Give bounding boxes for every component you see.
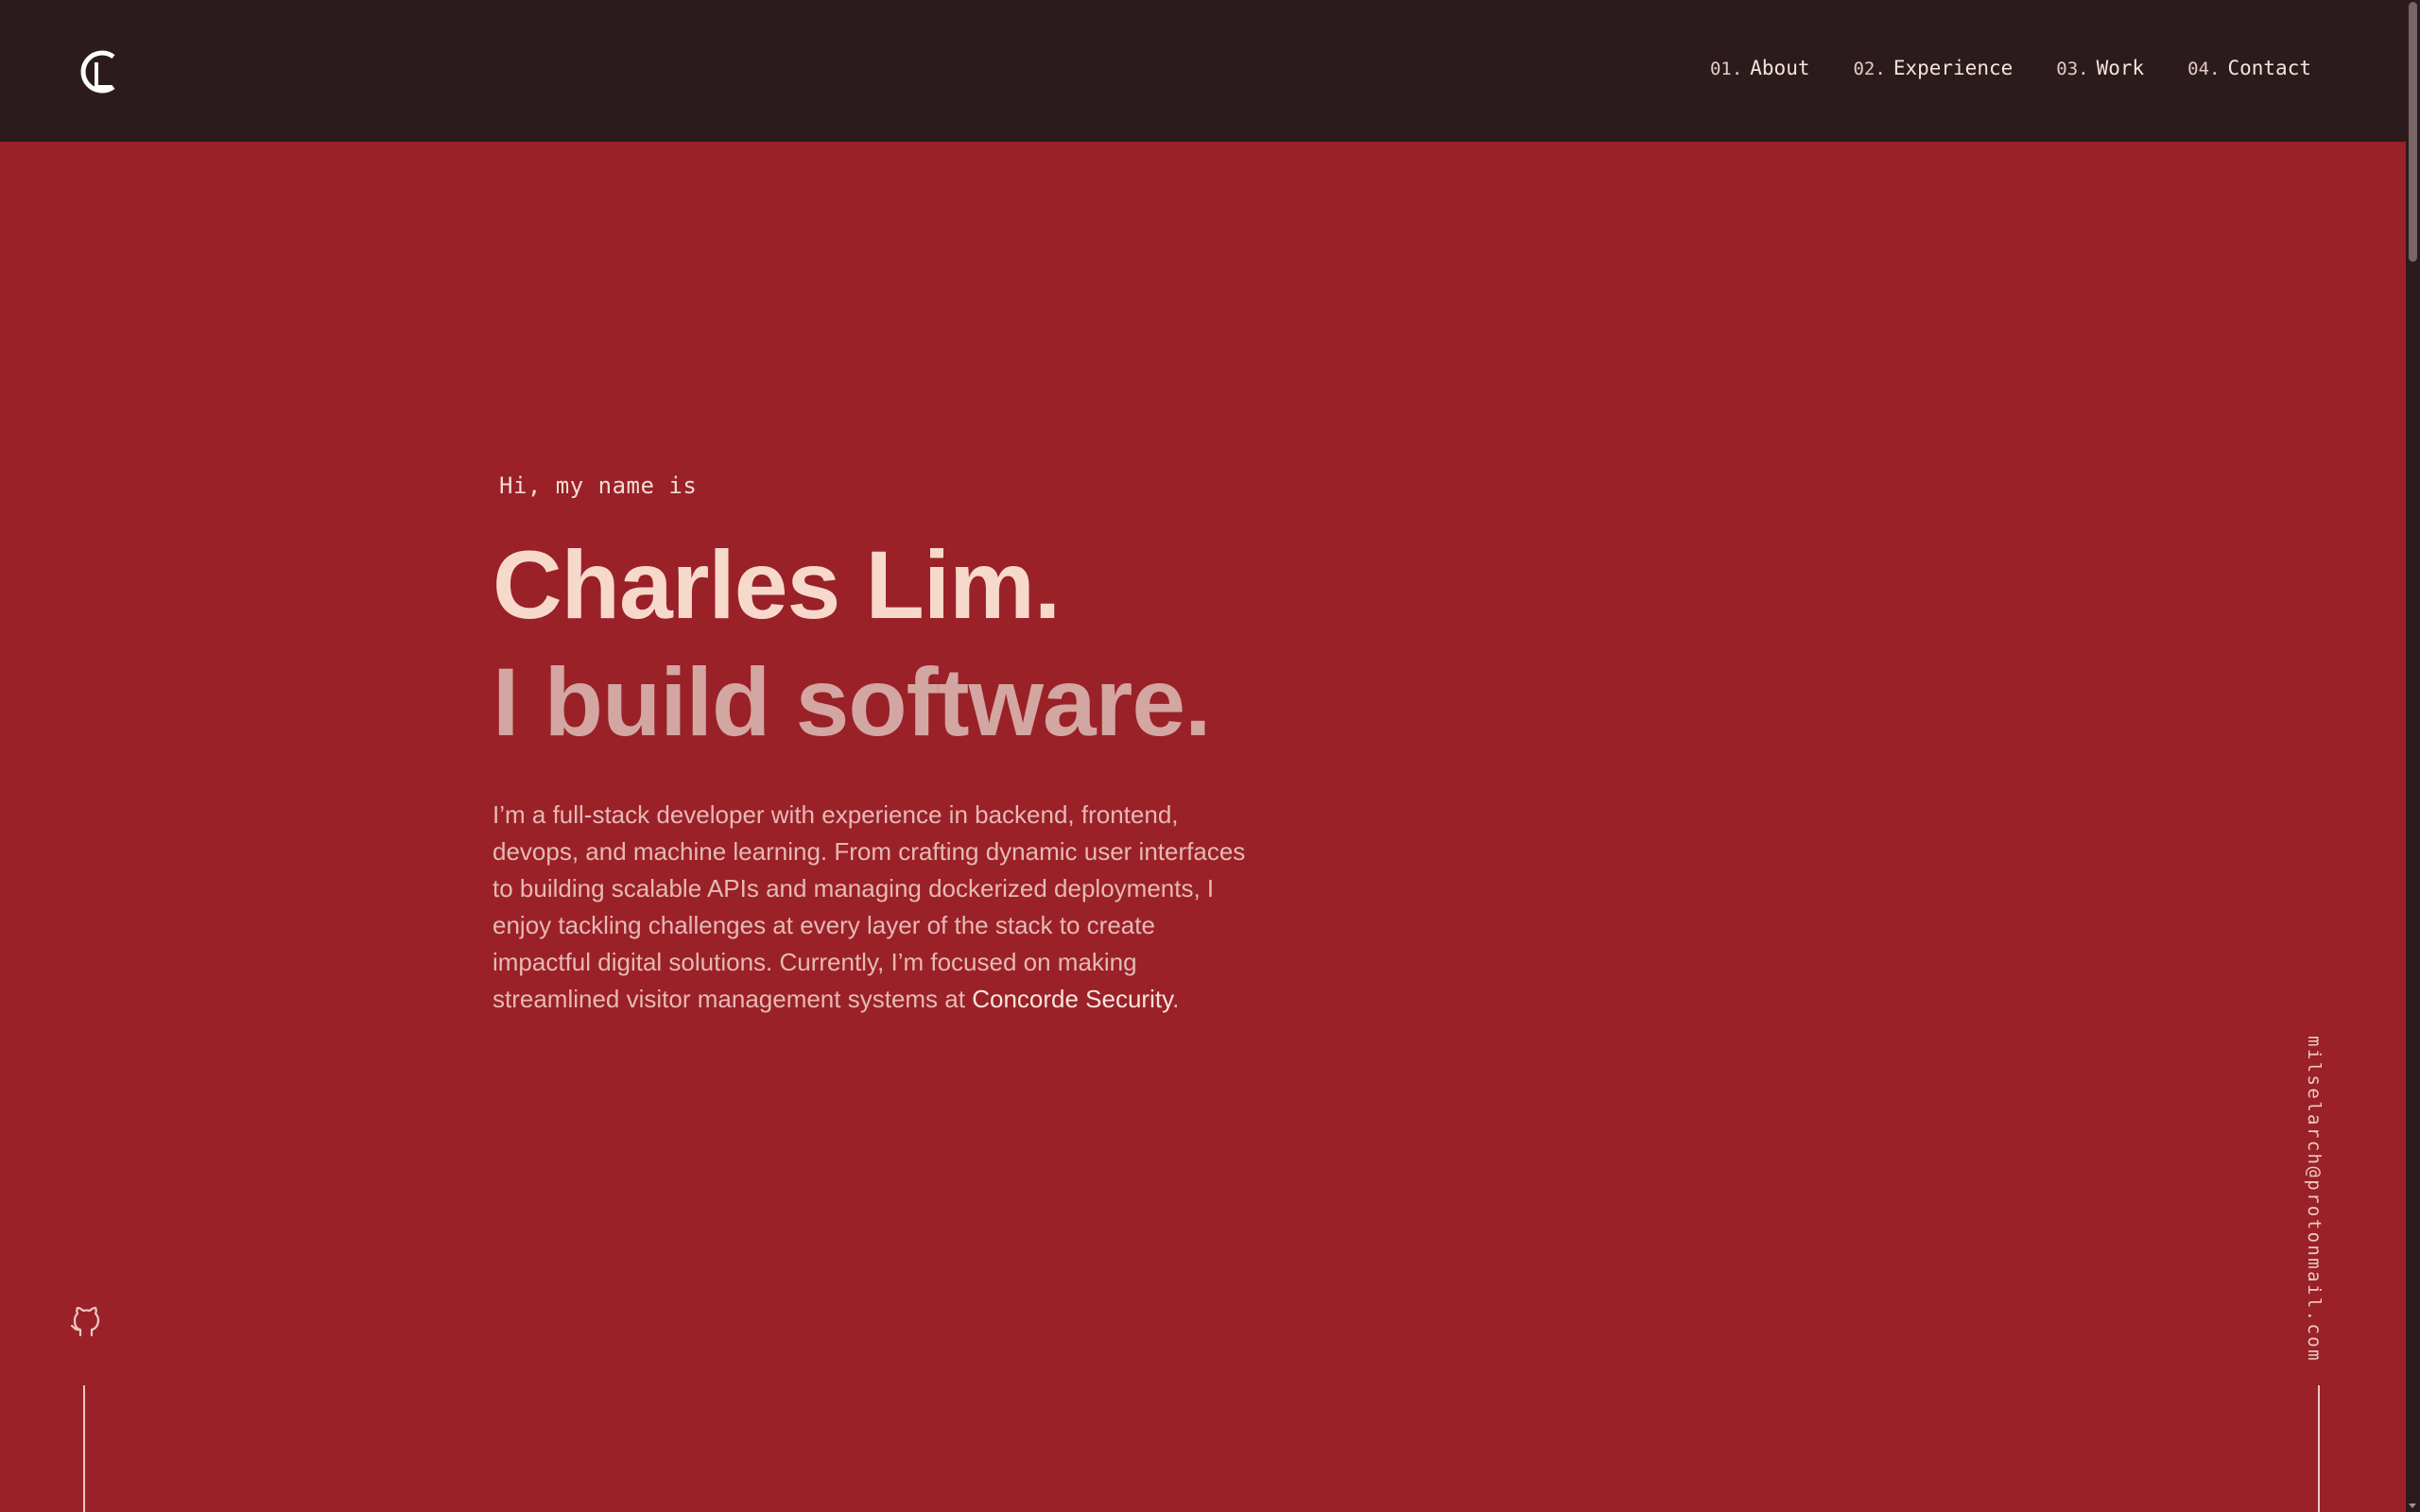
nav-number: 03.	[2056, 59, 2089, 79]
scroll-down-arrow-icon[interactable]	[2409, 1503, 2416, 1508]
bio-text: I’m a full-stack developer with experien…	[493, 800, 1246, 1013]
hero-bio: I’m a full-stack developer with experien…	[493, 797, 1258, 1018]
nav-label: Experience	[1893, 57, 2014, 79]
nav-number: 02.	[1853, 59, 1886, 79]
c-monogram-icon[interactable]	[76, 47, 123, 96]
nav-number: 01.	[1709, 59, 1743, 79]
hero-name: Charles Lim.	[493, 531, 1061, 639]
right-rail-line	[2318, 1385, 2320, 1512]
nav-item-contact[interactable]: 04. Contact	[2187, 57, 2311, 79]
greeting-text: Hi, my name is	[499, 472, 698, 499]
scrollbar[interactable]	[2406, 0, 2420, 1512]
main-nav: 01. About 02. Experience 03. Work 04. Co…	[1710, 57, 2311, 79]
nav-number: 04.	[2187, 59, 2221, 79]
email-link[interactable]: milselarch@protonmail.com	[2304, 1036, 2325, 1363]
site-header: 01. About 02. Experience 03. Work 04. Co…	[0, 0, 2406, 142]
left-rail-line	[83, 1385, 85, 1512]
nav-item-about[interactable]: 01. About	[1710, 57, 1810, 79]
nav-item-work[interactable]: 03. Work	[2056, 57, 2144, 79]
nav-item-experience[interactable]: 02. Experience	[1853, 57, 2013, 79]
hero-section: Hi, my name is Charles Lim. I build soft…	[493, 472, 1268, 1042]
hero-tagline: I build software.	[493, 648, 1211, 756]
page: 01. About 02. Experience 03. Work 04. Co…	[0, 0, 2420, 1512]
github-icon[interactable]	[70, 1306, 100, 1338]
nav-label: Work	[2096, 57, 2145, 79]
bio-end: .	[1172, 985, 1180, 1013]
nav-label: About	[1750, 57, 1810, 79]
scrollbar-thumb[interactable]	[2409, 2, 2417, 262]
concorde-security-link[interactable]: Concorde Security	[972, 985, 1172, 1013]
nav-label: Contact	[2227, 57, 2311, 79]
